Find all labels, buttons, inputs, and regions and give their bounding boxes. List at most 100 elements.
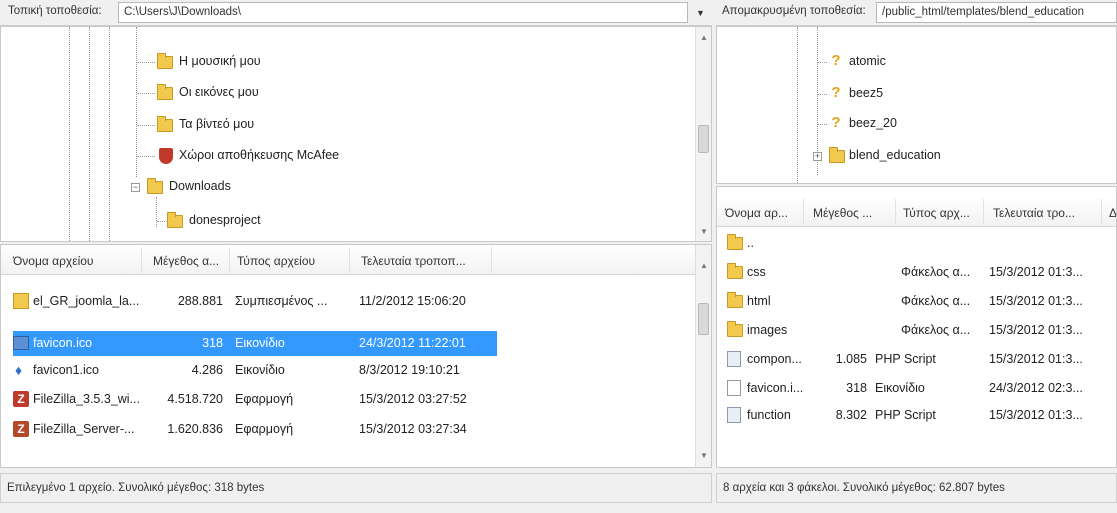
image-icon [13,336,29,350]
file-type: Εφαρμογή [235,392,294,406]
scroll-up-icon[interactable]: ▲ [700,261,708,270]
collapse-icon[interactable]: − [131,183,140,192]
file-size: 4.518.720 [167,392,223,406]
local-file-list: Όνομα αρχείου Μέγεθος α... Τύπος αρχείου… [0,244,712,468]
file-size: 318 [202,336,223,350]
scroll-down-icon[interactable]: ▼ [700,451,708,460]
file-row-selected[interactable]: favicon.ico 318 Εικονίδιο 24/3/2012 11:2… [13,331,497,356]
filezilla-icon: Z [13,391,29,407]
music-folder-icon [157,53,173,69]
file-row[interactable]: css Φάκελος α... 15/3/2012 01:3... [717,260,1116,285]
file-name: FileZilla_3.5.3_wi... [33,392,140,406]
filezilla-server-icon: Z [13,421,29,437]
file-name: html [747,294,771,308]
tree-branch-line [137,156,155,157]
file-row[interactable]: .. [717,231,1116,256]
question-folder-icon: ? [831,84,841,101]
local-list-header: Όνομα αρχείου Μέγεθος α... Τύπος αρχείου… [1,245,695,275]
column-divider[interactable] [229,247,230,273]
file-row[interactable]: Z FileZilla_Server-... 1.620.836 Εφαρμογ… [1,417,695,442]
file-row[interactable]: images Φάκελος α... 15/3/2012 01:3... [717,318,1116,343]
file-row[interactable]: Z FileZilla_3.5.3_wi... 4.518.720 Εφαρμο… [1,387,695,412]
tree-item-label: beez5 [849,86,884,100]
file-size: 1.085 [835,352,867,366]
tree-item-label: Οι εικόνες μου [179,85,259,99]
tree-item-label: Downloads [169,179,231,193]
php-icon [727,407,741,423]
pin-icon: ♦ [15,362,23,378]
tree-guide-line [156,197,157,227]
file-size: 318 [846,381,867,395]
tree-item-label: Τα βίντεό μου [179,117,255,131]
column-divider[interactable] [141,247,142,273]
file-size: 1.620.836 [167,422,223,436]
remote-list-header: Όνομα αρ... Μέγεθος ... Τύπος αρχ... Τελ… [717,197,1116,227]
remote-file-list: Όνομα αρ... Μέγεθος ... Τύπος αρχ... Τελ… [716,186,1117,468]
file-name: function [747,408,791,422]
column-permissions[interactable]: Δ [1109,206,1116,220]
column-filesize[interactable]: Μέγεθος ... [813,206,872,220]
file-name: favicon.i... [747,381,804,395]
question-folder-icon: ? [831,52,841,69]
file-name: compon... [747,352,802,366]
file-row[interactable]: ♦ favicon1.ico 4.286 Εικονίδιο 8/3/2012 … [1,358,695,383]
tree-guide-line [69,27,70,241]
folder-icon [167,212,183,228]
remote-path-input[interactable]: /public_html/templates/blend_education [876,2,1117,23]
file-type: Εφαρμογή [235,422,294,436]
column-filetype[interactable]: Τύπος αρχ... [903,206,970,220]
tree-item-label: blend_education [849,148,941,162]
local-path-bar: Τοπική τοποθεσία: C:\Users\J\Downloads\ … [0,0,712,26]
column-modified[interactable]: Τελευταία τρο... [993,206,1075,220]
file-row[interactable]: el_GR_joomla_la... 288.881 Συμπιεσμένος … [1,289,695,314]
tree-branch-line [137,125,155,126]
tree-branch-line [817,94,827,95]
file-type: Φάκελος α... [901,294,971,308]
file-type: Φάκελος α... [901,323,971,337]
mcafee-vault-icon [159,148,173,164]
tree-guide-line [797,27,798,183]
videos-folder-icon [157,116,173,132]
file-modified: 15/3/2012 01:3... [989,408,1083,422]
column-divider[interactable] [895,199,896,225]
file-row[interactable]: html Φάκελος α... 15/3/2012 01:3... [717,289,1116,314]
column-divider[interactable] [803,199,804,225]
tree-branch-line [817,62,827,63]
column-modified[interactable]: Τελευταία τροποπ... [361,254,466,268]
local-list-scrollbar[interactable]: ▲ ▼ [695,245,711,467]
folder-icon [727,321,743,337]
folder-icon [829,147,845,163]
remote-path-label: Απομακρυσμένη τοποθεσία: [722,5,866,17]
column-divider[interactable] [349,247,350,273]
column-divider[interactable] [983,199,984,225]
column-divider[interactable] [1101,199,1102,225]
file-modified: 24/3/2012 02:3... [989,381,1083,395]
column-divider[interactable] [491,247,492,273]
file-row[interactable]: favicon.i... 318 Εικονίδιο 24/3/2012 02:… [717,376,1116,401]
file-row[interactable]: compon... 1.085 PHP Script 15/3/2012 01:… [717,347,1116,372]
scroll-down-icon[interactable]: ▼ [700,227,708,236]
column-filename[interactable]: Όνομα αρ... [725,206,788,220]
scrollbar-thumb[interactable] [698,303,709,335]
tree-item-label: atomic [849,54,886,68]
file-name: favicon1.ico [33,363,100,377]
file-name: .. [747,236,754,250]
tree-branch-line [137,62,155,63]
local-path-input[interactable]: C:\Users\J\Downloads\ [118,2,688,23]
remote-status-bar: 8 αρχεία και 3 φάκελοι. Συνολικό μέγεθος… [716,473,1117,503]
local-tree-scrollbar[interactable]: ▲ ▼ [695,27,711,241]
column-filesize[interactable]: Μέγεθος α... [153,254,219,268]
file-modified: 15/3/2012 01:3... [989,294,1083,308]
scrollbar-thumb[interactable] [698,125,709,153]
column-filename[interactable]: Όνομα αρχείου [13,254,93,268]
column-filetype[interactable]: Τύπος αρχείου [237,254,315,268]
scroll-up-icon[interactable]: ▲ [700,33,708,42]
question-folder-icon: ? [831,114,841,131]
file-icon [727,380,741,396]
local-path-dropdown-icon[interactable]: ▼ [696,8,705,18]
expand-icon[interactable]: + [813,152,822,161]
tree-item-label: beez_20 [849,116,897,130]
file-row[interactable]: function 8.302 PHP Script 15/3/2012 01:3… [717,403,1116,423]
remote-directory-tree: ? atomic ? beez5 ? beez_20 + blend_educa… [716,26,1117,184]
file-type: Εικονίδιο [235,363,285,377]
